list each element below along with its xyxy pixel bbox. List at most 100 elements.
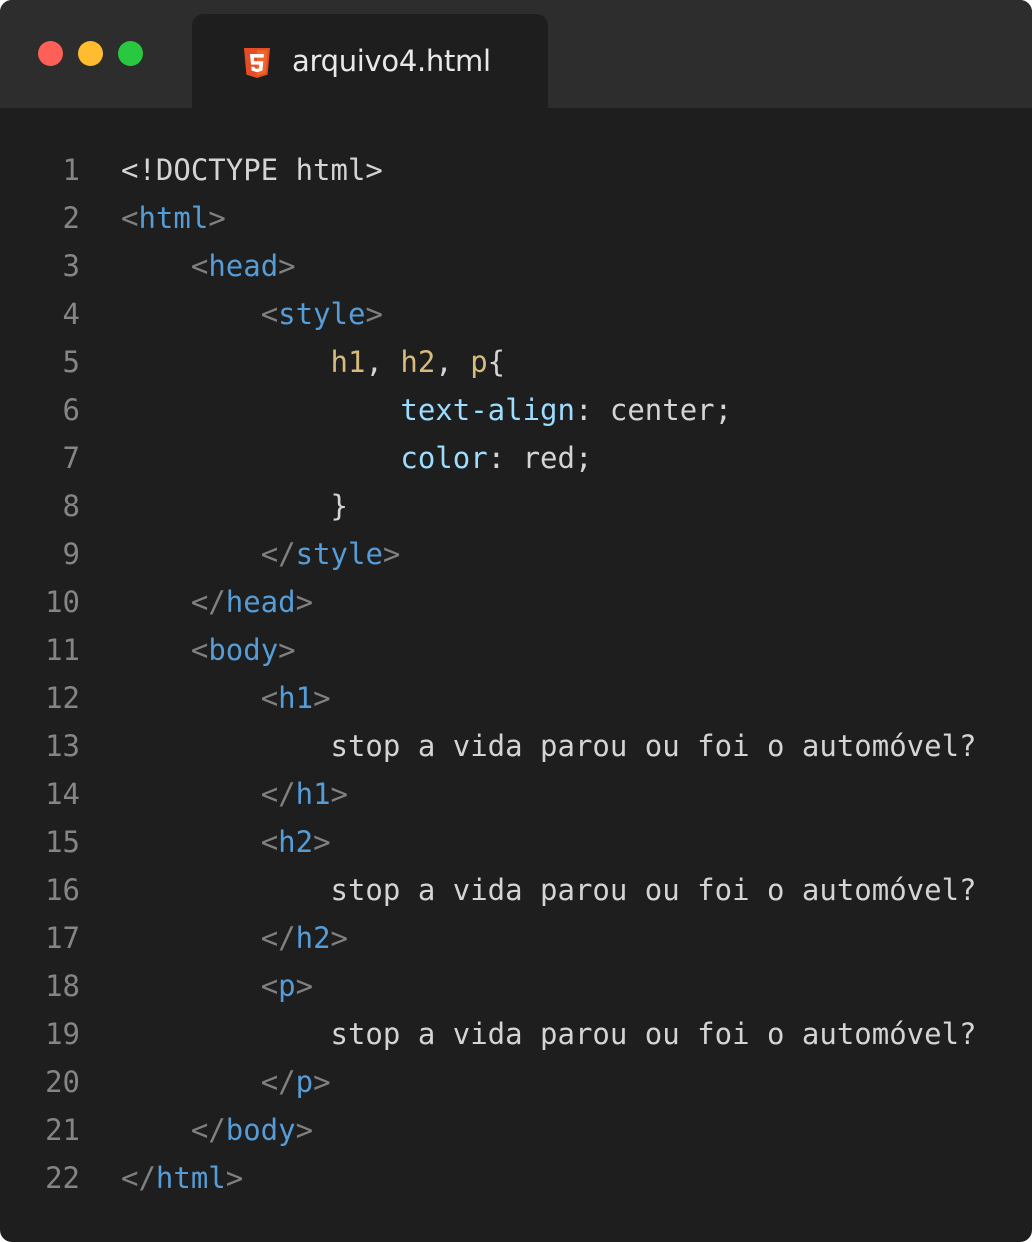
code-token: > (278, 249, 296, 283)
code-line[interactable]: 18 <p> (0, 962, 1032, 1010)
line-number: 2 (62, 201, 80, 235)
code-token: < (260, 297, 279, 331)
code-line[interactable]: 17 </h2> (0, 914, 1032, 962)
code-token: { (487, 345, 506, 379)
code-token: > (225, 1161, 244, 1195)
code-text: color: red; (121, 434, 592, 482)
code-text: <html> (121, 194, 226, 242)
line-number: 21 (45, 1113, 80, 1147)
code-token: p (470, 345, 488, 379)
line-number: 1 (62, 153, 80, 187)
line-number: 6 (62, 393, 80, 427)
code-token: < (260, 825, 279, 859)
code-token: > (313, 1065, 331, 1099)
code-line[interactable]: 20 </p> (0, 1058, 1032, 1106)
code-text: text-align: center; (121, 386, 732, 434)
code-line[interactable]: 7 color: red; (0, 434, 1032, 482)
code-token: h2 (400, 345, 436, 379)
code-token: > (295, 585, 314, 619)
code-text: <body> (121, 626, 296, 674)
code-line[interactable]: 10 </head> (0, 578, 1032, 626)
code-token: </ (121, 1161, 156, 1195)
zoom-window-button[interactable] (118, 41, 143, 66)
code-text: stop a vida parou ou foi o automóvel? (121, 866, 977, 914)
code-token: html (155, 1161, 226, 1195)
minimize-window-button[interactable] (78, 41, 103, 66)
code-token: p (278, 969, 296, 1003)
code-editor[interactable]: 1 <!DOCTYPE html> 2 <html> 3 <head> 4 <style>… (0, 146, 1032, 1202)
code-line[interactable]: 21 </body> (0, 1106, 1032, 1154)
code-line[interactable]: 6 text-align: center; (0, 386, 1032, 434)
close-window-button[interactable] (38, 41, 63, 66)
code-token: </ (260, 537, 296, 571)
code-token: p (295, 1065, 314, 1099)
code-token: color (400, 441, 488, 475)
line-number: 13 (45, 729, 80, 763)
code-text: <h2> (121, 818, 331, 866)
code-token: < (190, 633, 209, 667)
line-number: 5 (62, 345, 80, 379)
code-text: stop a vida parou ou foi o automóvel? (121, 1010, 977, 1058)
code-token: style (295, 537, 383, 571)
line-number: 14 (45, 777, 80, 811)
tab-label: arquivo4.html (292, 44, 491, 78)
code-token: text-align (400, 393, 575, 427)
code-token: < (121, 201, 139, 235)
code-line[interactable]: 19 stop a vida parou ou foi o automóvel? (0, 1010, 1032, 1058)
line-number: 7 (62, 441, 80, 475)
code-text: </p> (121, 1058, 331, 1106)
line-number: 10 (45, 585, 80, 619)
code-line[interactable]: 4 <style> (0, 290, 1032, 338)
code-token: h2 (295, 921, 331, 955)
code-line[interactable]: 14 </h1> (0, 770, 1032, 818)
line-number: 16 (45, 873, 80, 907)
code-token: <!DOCTYPE html> (121, 153, 383, 187)
code-token: </ (190, 585, 226, 619)
code-token: , (435, 345, 471, 379)
line-number: 4 (62, 297, 80, 331)
title-bar: arquivo4.html (0, 0, 1032, 108)
code-line[interactable]: 8 } (0, 482, 1032, 530)
code-token: head (225, 585, 296, 619)
code-text: } (121, 482, 348, 530)
code-token: h2 (278, 825, 314, 859)
code-line[interactable]: 9 </style> (0, 530, 1032, 578)
code-token: stop a vida parou ou foi o automóvel? (330, 729, 977, 763)
code-line[interactable]: 11 <body> (0, 626, 1032, 674)
code-line[interactable]: 15 <h2> (0, 818, 1032, 866)
line-number: 12 (45, 681, 80, 715)
code-line[interactable]: 3 <head> (0, 242, 1032, 290)
code-token: > (330, 921, 348, 955)
line-number: 18 (45, 969, 80, 1003)
code-text: </html> (121, 1154, 243, 1202)
code-token: > (313, 825, 331, 859)
code-token: style (278, 297, 366, 331)
code-line[interactable]: 1 <!DOCTYPE html> (0, 146, 1032, 194)
code-token: < (260, 681, 279, 715)
code-line[interactable]: 13 stop a vida parou ou foi o automóvel? (0, 722, 1032, 770)
code-line[interactable]: 12 <h1> (0, 674, 1032, 722)
code-token: stop a vida parou ou foi o automóvel? (330, 1017, 977, 1051)
line-number: 20 (45, 1065, 80, 1099)
code-line[interactable]: 5 h1, h2, p{ (0, 338, 1032, 386)
tab-arquivo4[interactable]: arquivo4.html (192, 14, 548, 108)
code-line[interactable]: 22 </html> (0, 1154, 1032, 1202)
code-text: </head> (121, 578, 313, 626)
code-token: > (278, 633, 296, 667)
code-line[interactable]: 2 <html> (0, 194, 1032, 242)
code-line[interactable]: 16 stop a vida parou ou foi o automóvel? (0, 866, 1032, 914)
code-token: > (330, 777, 348, 811)
code-token: </ (260, 777, 296, 811)
code-window: arquivo4.html 1 <!DOCTYPE html> 2 <html> 3 <… (0, 0, 1032, 1242)
